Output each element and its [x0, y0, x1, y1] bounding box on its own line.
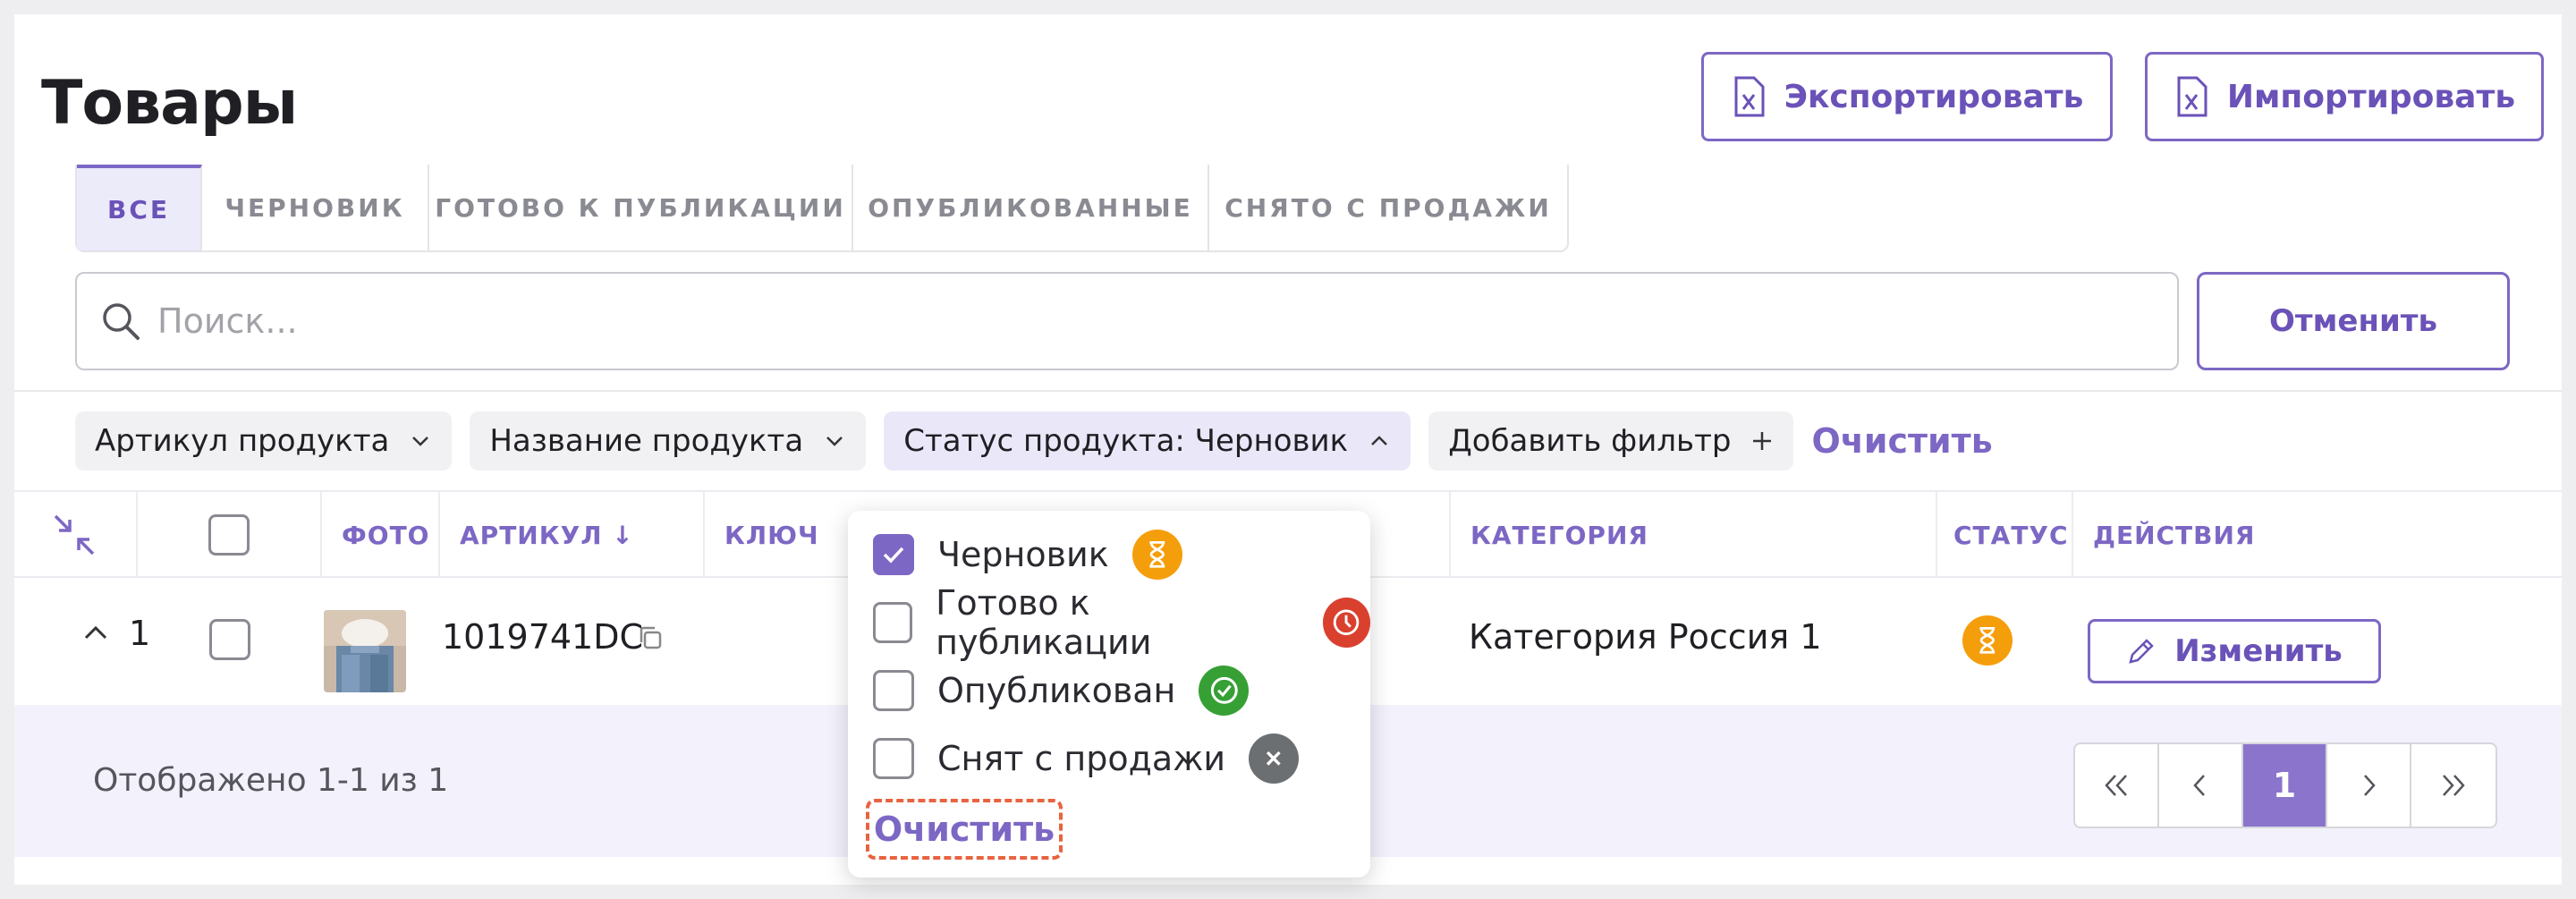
edit-label: Изменить — [2174, 633, 2343, 669]
filter-bar: Артикул продукта Название продукта Стату… — [75, 411, 1993, 471]
status-option-label: Снят с продажи — [937, 739, 1226, 778]
filter-chip-label: Статус продукта: Черновик — [903, 423, 1349, 459]
status-option-label: Готово к публикации — [936, 583, 1152, 662]
tab-all[interactable]: ВСЕ — [77, 165, 202, 250]
status-option-removed[interactable]: Снят с продажи — [873, 734, 1300, 784]
select-all-cell — [136, 492, 320, 578]
clock-icon — [1333, 609, 1360, 636]
double-chevron-left-icon — [2105, 775, 2127, 796]
x-badge — [1249, 734, 1300, 784]
search-icon — [103, 303, 140, 340]
status-option-checkbox[interactable] — [873, 670, 914, 711]
row-category: Категория Россия 1 — [1469, 617, 1822, 657]
export-button[interactable]: Экспортировать — [1701, 52, 2113, 141]
tab-removed[interactable]: СНЯТО С ПРОДАЖИ — [1209, 165, 1567, 250]
clear-filters-link[interactable]: Очистить — [1811, 421, 1992, 461]
status-option-checkbox[interactable] — [873, 534, 914, 575]
next-page-button[interactable] — [2327, 744, 2411, 827]
product-photo-image — [324, 610, 406, 692]
tab-draft[interactable]: ЧЕРНОВИК — [202, 165, 429, 250]
chevron-right-icon — [2364, 775, 2376, 796]
select-all-checkbox[interactable] — [208, 514, 250, 556]
status-option-draft[interactable]: Черновик — [873, 530, 1182, 580]
results-count: Отображено 1-1 из 1 — [93, 762, 449, 799]
cancel-button[interactable]: Отменить — [2197, 272, 2510, 370]
excel-file-icon — [2177, 76, 2207, 117]
collapse-arrows-icon — [54, 514, 95, 556]
chevron-left-icon — [2193, 775, 2205, 796]
col-actions: ДЕЙСТВИЯ — [2072, 492, 2562, 578]
status-filter-dropdown: Черновик Готово к публикации Опубликован… — [848, 511, 1370, 878]
pencil-icon — [2129, 639, 2154, 664]
import-button[interactable]: Импортировать — [2145, 52, 2544, 141]
hourglass-badge — [1131, 530, 1182, 580]
collapse-toggle[interactable] — [14, 492, 136, 578]
search-input[interactable] — [157, 301, 2125, 341]
col-key: КЛЮЧ — [703, 492, 846, 578]
col-photo: ФОТО — [320, 492, 438, 578]
add-filter-chip[interactable]: Добавить фильтр — [1428, 411, 1794, 471]
excel-file-icon — [1734, 76, 1765, 117]
status-tabs: ВСЕ ЧЕРНОВИК ГОТОВО К ПУБЛИКАЦИИ ОПУБЛИК… — [75, 165, 1569, 252]
prev-page-button[interactable] — [2159, 744, 2243, 827]
clock-badge — [1322, 598, 1370, 648]
divider — [14, 390, 2562, 392]
x-icon — [1267, 751, 1282, 766]
page-button-current[interactable]: 1 — [2243, 744, 2327, 827]
check-circle-icon — [1210, 677, 1238, 704]
edit-button[interactable]: Изменить — [2088, 619, 2381, 683]
copy-icon[interactable] — [637, 624, 664, 651]
filter-chip-sku[interactable]: Артикул продукта — [75, 411, 453, 471]
product-thumbnail[interactable] — [324, 610, 406, 692]
filter-chip-name[interactable]: Название продукта — [470, 411, 867, 471]
chevron-down-icon — [826, 437, 843, 446]
checkmark-icon — [883, 547, 904, 564]
status-option-label: Черновик — [937, 535, 1109, 574]
filter-chip-status[interactable]: Статус продукта: Черновик — [884, 411, 1411, 471]
chevron-up-icon — [1371, 436, 1388, 445]
first-page-button[interactable] — [2075, 744, 2159, 827]
check-circle-badge — [1199, 666, 1250, 716]
row-index: 1 — [129, 614, 151, 653]
plus-icon — [1753, 432, 1772, 450]
col-status: СТАТУС — [1936, 492, 2072, 578]
chevron-down-icon — [412, 437, 429, 446]
hourglass-icon — [1149, 541, 1165, 568]
filter-chip-label: Название продукта — [489, 423, 804, 459]
tab-published[interactable]: ОПУБЛИКОВАННЫЕ — [853, 165, 1209, 250]
search-box — [75, 272, 2179, 370]
status-option-checkbox[interactable] — [873, 738, 914, 779]
import-label: Импортировать — [2226, 78, 2516, 115]
status-option-checkbox[interactable] — [873, 602, 913, 643]
hourglass-icon — [1979, 627, 1996, 654]
double-chevron-right-icon — [2443, 775, 2465, 796]
export-label: Экспортировать — [1784, 78, 2084, 115]
row-expand-toggle[interactable]: 1 — [82, 614, 150, 653]
col-category: КАТЕГОРИЯ — [1449, 492, 1936, 578]
last-page-button[interactable] — [2411, 744, 2496, 827]
status-draft-badge — [1962, 615, 2012, 666]
page-title: Товары — [41, 68, 298, 139]
status-option-published[interactable]: Опубликован — [873, 666, 1250, 716]
row-sku: 1019741DC — [442, 617, 644, 657]
products-panel: Товары Экспортировать Импортировать ВСЕ … — [14, 14, 2562, 885]
tab-ready[interactable]: ГОТОВО К ПУБЛИКАЦИИ — [429, 165, 853, 250]
pagination: 1 — [2073, 742, 2497, 828]
status-option-label: Опубликован — [937, 671, 1176, 710]
status-option-ready[interactable]: Готово к публикации — [873, 583, 1370, 662]
col-sku[interactable]: АРТИКУЛ ↓ — [438, 492, 703, 578]
row-checkbox[interactable] — [209, 619, 250, 660]
filter-chip-label: Добавить фильтр — [1448, 423, 1732, 459]
filter-chip-label: Артикул продукта — [95, 423, 390, 459]
dropdown-clear-button[interactable]: Очистить — [866, 799, 1063, 860]
chevron-up-icon — [84, 625, 107, 640]
